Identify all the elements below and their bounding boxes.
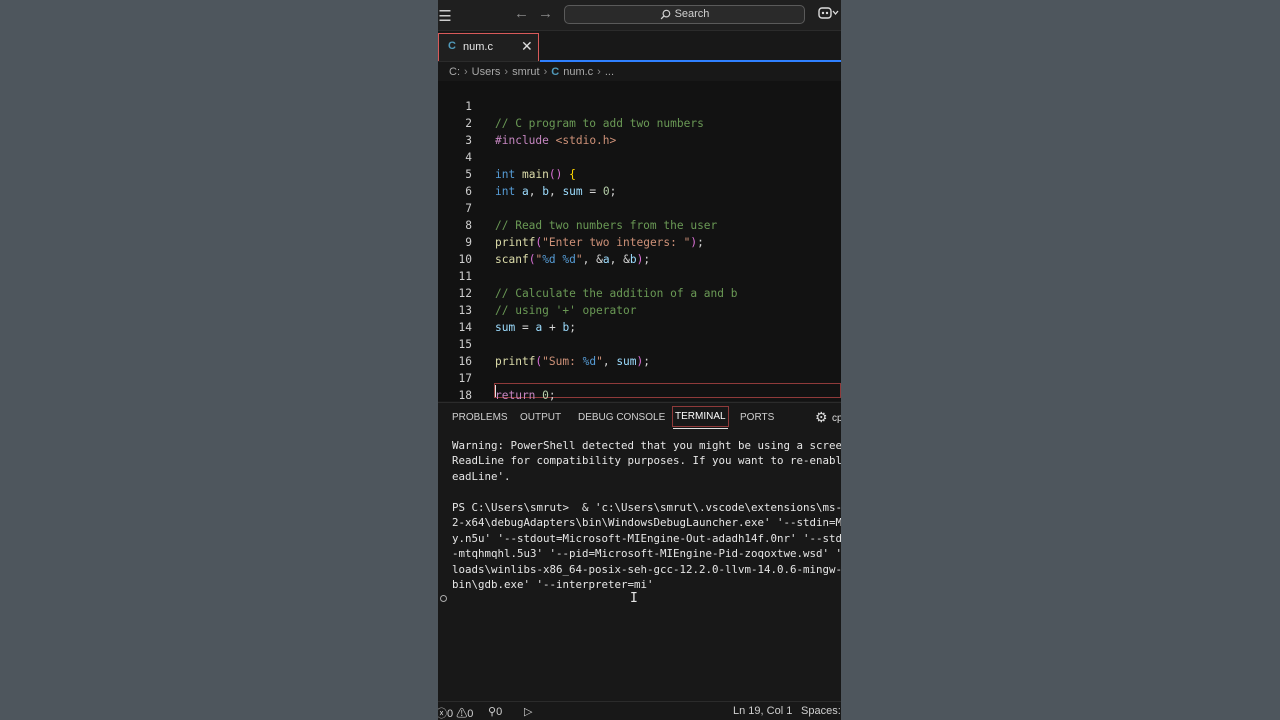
code-line: 14 xyxy=(438,302,841,334)
code-line: 5 int a, b, sum = 0; xyxy=(438,149,841,198)
debug-gear-icon[interactable]: ⚙ xyxy=(815,409,828,426)
breadcrumb-users[interactable]: Users xyxy=(472,66,501,78)
code-line: 2 #include <stdio.h> xyxy=(438,98,841,147)
tab-terminal[interactable]: TERMINAL xyxy=(672,406,729,429)
code-line: 17 return 0; xyxy=(438,353,841,401)
c-language-icon: C xyxy=(448,40,456,52)
terminal-line: PS C:\Users\smrut> & 'c:\Users\smrut\.vs… xyxy=(452,501,841,514)
breadcrumb: C: › Users › smrut › C num.c › ... xyxy=(438,63,841,81)
code-line: 1 // C program to add two numbers xyxy=(438,81,841,130)
cursor-position[interactable]: Ln 19, Col 1 xyxy=(733,705,792,717)
panel-tab-bar: PROBLEMS OUTPUT DEBUG CONSOLE TERMINAL P… xyxy=(438,402,841,433)
chevron-right-icon: › xyxy=(543,66,548,78)
search-label: Search xyxy=(674,8,710,20)
code-line: 7 // Read two numbers from the user xyxy=(438,183,841,232)
chevron-right-icon: › xyxy=(464,66,468,78)
copilot-icon[interactable] xyxy=(818,6,840,23)
code-line: 13 sum = a + b; xyxy=(438,285,841,334)
terminal-profile-label[interactable]: cp xyxy=(832,413,841,424)
editor-tab-bar: C num.c ✕ xyxy=(438,31,841,62)
tab-bar-accent-line xyxy=(540,60,841,62)
line-number: 19 xyxy=(438,400,472,401)
ports-count: 0 xyxy=(496,706,503,718)
terminal-line: 2-x64\debugAdapters\bin\WindowsDebugLaun… xyxy=(452,516,841,529)
forward-arrow-icon[interactable]: → xyxy=(538,5,553,22)
tab-problems[interactable]: PROBLEMS xyxy=(452,412,508,423)
debug-launch-icon[interactable]: ▷ xyxy=(524,705,532,718)
error-count: 0 xyxy=(447,708,454,720)
search-icon xyxy=(660,9,670,19)
problems-status[interactable]: ⓧ0 ⚠0 xyxy=(438,705,473,720)
menu-icon[interactable]: ☰ xyxy=(438,7,452,25)
indentation-status[interactable]: Spaces: 4 xyxy=(801,705,841,717)
c-language-icon: C xyxy=(551,66,560,78)
terminal-line: bin\gdb.exe' '--interpreter=mi' xyxy=(452,578,654,591)
code-line: 12 // using '+' operator xyxy=(438,268,841,317)
tab-num-c[interactable]: C num.c ✕ xyxy=(438,33,539,61)
code-line: 6 xyxy=(438,166,841,198)
radio-tower-icon: ⚲ xyxy=(488,706,497,718)
tab-ports[interactable]: PORTS xyxy=(740,412,774,423)
breadcrumb-file[interactable]: num.c xyxy=(563,66,593,78)
tab-filename: num.c xyxy=(463,41,493,53)
code-line: 15 printf("Sum: %d", sum); xyxy=(438,319,841,368)
warning-count: 0 xyxy=(467,708,474,720)
chevron-right-icon: › xyxy=(504,66,509,78)
terminal-line: Warning: PowerShell detected that you mi… xyxy=(452,439,841,452)
code-line: 8 printf("Enter two integers: "); xyxy=(438,200,841,249)
title-bar: ☰ ← → Search xyxy=(438,0,841,31)
terminal-line: loads\winlibs-x86_64-posix-seh-gcc-12.2.… xyxy=(452,563,841,576)
code-line: 3 xyxy=(438,115,841,147)
breadcrumb-ellipsis[interactable]: ... xyxy=(605,66,614,78)
command-decoration-icon[interactable] xyxy=(440,595,447,602)
code-line-current: 19 xyxy=(438,383,841,400)
code-line: 11 // Calculate the addition of a and b xyxy=(438,251,841,300)
code-line: 4 int main() { xyxy=(438,132,841,181)
terminal-line: eadLine'. xyxy=(452,470,511,483)
code-line: 10 xyxy=(438,234,841,266)
status-bar: ⓧ0 ⚠0 ⚲0 ▷ Ln 19, Col 1 Spaces: 4 xyxy=(438,701,841,720)
code-editor[interactable]: 1 // C program to add two numbers 2 #inc… xyxy=(438,81,841,401)
chevron-right-icon: › xyxy=(597,66,601,78)
terminal-line: -mtqhmqhl.5u3' '--pid=Microsoft-MIEngine… xyxy=(452,547,841,560)
breadcrumb-drive[interactable]: C: xyxy=(449,66,460,78)
terminal-output[interactable]: Warning: PowerShell detected that you mi… xyxy=(438,433,841,701)
close-icon[interactable]: ✕ xyxy=(521,38,533,55)
error-icon: ⓧ xyxy=(438,708,447,720)
back-arrow-icon[interactable]: ← xyxy=(514,5,529,22)
ports-status[interactable]: ⚲0 xyxy=(488,705,502,718)
terminal-line: y.n5u' '--stdout=Microsoft-MIEngine-Out-… xyxy=(452,532,841,545)
command-center-search[interactable]: Search xyxy=(564,5,805,24)
vscode-window: ☰ ← → Search C num.c ✕ C: › Users › smru… xyxy=(438,0,841,720)
code-line: 9 scanf("%d %d", &a, &b); xyxy=(438,217,841,266)
warning-icon: ⚠ xyxy=(456,708,468,720)
code-line: 16 xyxy=(438,336,841,368)
breadcrumb-smrut[interactable]: smrut xyxy=(512,66,540,78)
tab-output[interactable]: OUTPUT xyxy=(520,412,561,423)
text-cursor-icon: I xyxy=(630,591,638,606)
terminal-line: ReadLine for compatibility purposes. If … xyxy=(452,454,841,467)
tab-debug-console[interactable]: DEBUG CONSOLE xyxy=(578,412,665,423)
